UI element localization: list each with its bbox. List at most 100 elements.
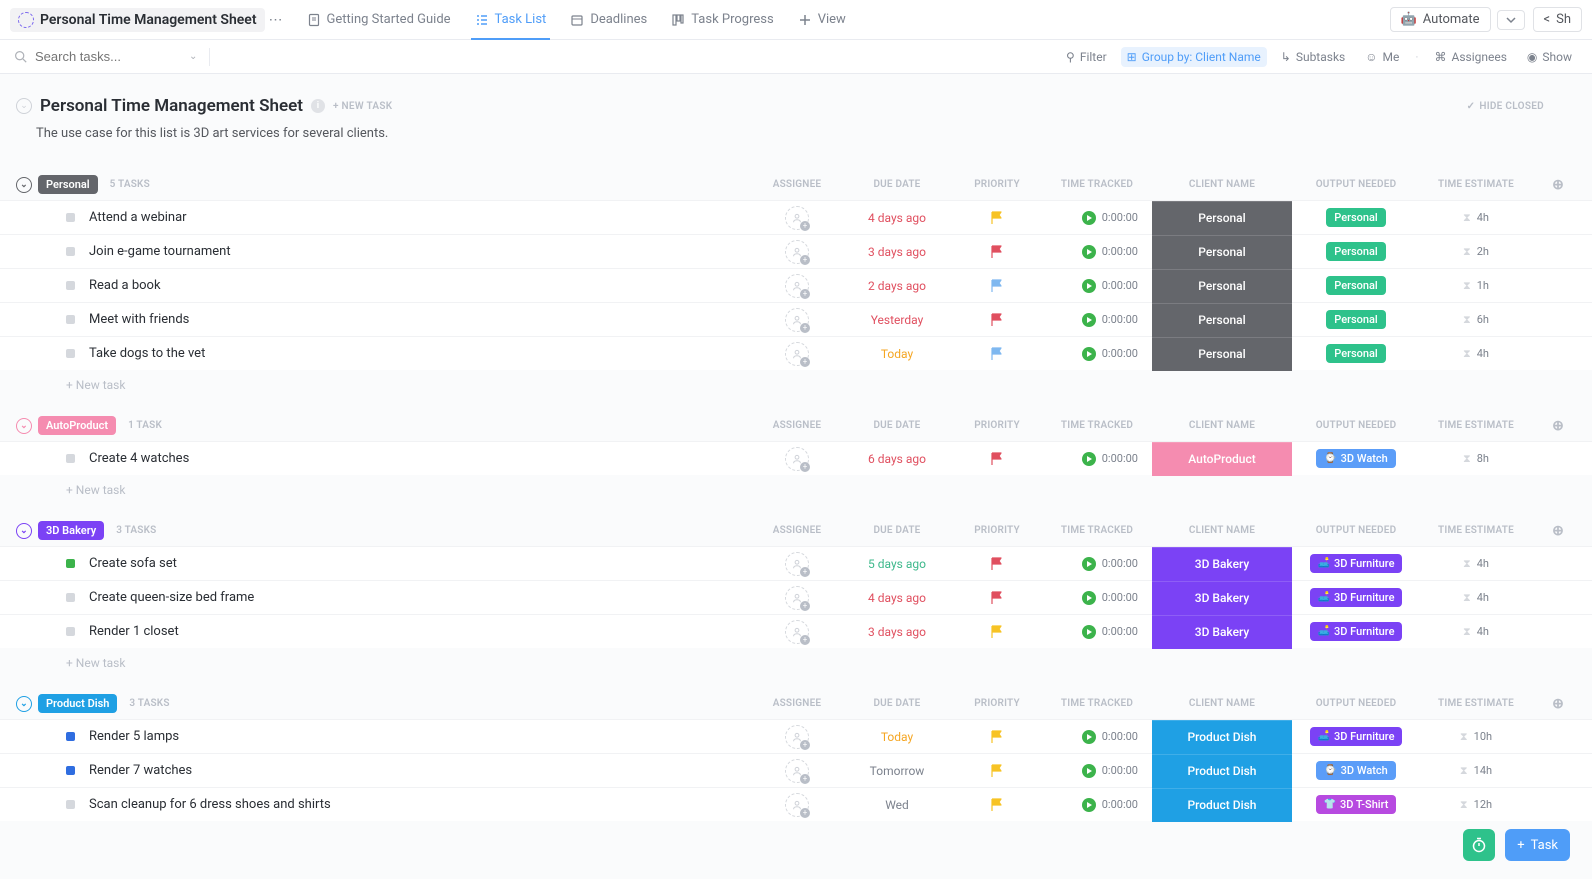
play-icon[interactable] <box>1082 279 1096 293</box>
col-due[interactable]: DUE DATE <box>842 179 952 190</box>
assignee-add[interactable]: + <box>785 586 809 610</box>
estimate-cell[interactable]: ⧗4h <box>1416 591 1536 605</box>
tab-task-progress[interactable]: Task Progress <box>659 0 785 39</box>
time-tracked-cell[interactable]: 0:00:00 <box>1042 279 1152 293</box>
time-tracked-cell[interactable]: 0:00:00 <box>1042 730 1152 744</box>
client-cell[interactable]: Personal <box>1152 235 1292 269</box>
time-tracked-cell[interactable]: 0:00:00 <box>1042 625 1152 639</box>
add-column-button[interactable]: ⊕ <box>1536 696 1564 712</box>
output-cell[interactable]: ⌚3D Watch <box>1296 761 1416 780</box>
play-icon[interactable] <box>1082 313 1096 327</box>
assignee-add[interactable]: + <box>785 759 809 783</box>
col-estimate[interactable]: TIME ESTIMATE <box>1416 698 1536 709</box>
assignee-add[interactable]: + <box>785 552 809 576</box>
group-label[interactable]: Product Dish <box>38 694 117 713</box>
tab-task-list[interactable]: Task List <box>463 0 559 39</box>
assignee-add[interactable]: + <box>785 725 809 749</box>
group-label[interactable]: 3D Bakery <box>38 521 104 540</box>
task-row[interactable]: Take dogs to the vet+Today0:00:00Persona… <box>0 336 1592 370</box>
time-tracked-cell[interactable]: 0:00:00 <box>1042 798 1152 812</box>
time-tracked-cell[interactable]: 0:00:00 <box>1042 591 1152 605</box>
current-list-selector[interactable]: Personal Time Management Sheet <box>10 8 265 32</box>
status-indicator[interactable] <box>66 627 75 636</box>
client-cell[interactable]: 3D Bakery <box>1152 581 1292 615</box>
info-icon[interactable]: i <box>311 99 325 113</box>
task-row[interactable]: Join e-game tournament+3 days ago0:00:00… <box>0 234 1592 268</box>
group-by-button[interactable]: ⊞Group by: Client Name <box>1121 47 1267 67</box>
status-indicator[interactable] <box>66 766 75 775</box>
col-estimate[interactable]: TIME ESTIMATE <box>1416 179 1536 190</box>
time-tracked-cell[interactable]: 0:00:00 <box>1042 313 1152 327</box>
col-estimate[interactable]: TIME ESTIMATE <box>1416 420 1536 431</box>
play-icon[interactable] <box>1082 347 1096 361</box>
estimate-cell[interactable]: ⧗4h <box>1416 211 1536 225</box>
priority-cell[interactable] <box>952 313 1042 327</box>
tab-deadlines[interactable]: Deadlines <box>558 0 659 39</box>
output-cell[interactable]: 🛋️3D Furniture <box>1296 554 1416 573</box>
group-collapse-toggle[interactable]: ⌄ <box>16 177 32 193</box>
timer-fab[interactable] <box>1463 829 1495 861</box>
status-indicator[interactable] <box>66 349 75 358</box>
play-icon[interactable] <box>1082 625 1096 639</box>
col-due[interactable]: DUE DATE <box>842 525 952 536</box>
priority-cell[interactable] <box>952 279 1042 293</box>
time-tracked-cell[interactable]: 0:00:00 <box>1042 245 1152 259</box>
col-due[interactable]: DUE DATE <box>842 420 952 431</box>
add-task-row[interactable]: + New task <box>0 648 1592 678</box>
output-cell[interactable]: 👕3D T-Shirt <box>1296 795 1416 814</box>
time-tracked-cell[interactable]: 0:00:00 <box>1042 452 1152 466</box>
col-time[interactable]: TIME TRACKED <box>1042 179 1152 190</box>
col-assignee[interactable]: ASSIGNEE <box>752 420 842 431</box>
col-output[interactable]: OUTPUT NEEDED <box>1296 698 1416 709</box>
automate-button[interactable]: 🤖 Automate <box>1390 7 1491 32</box>
task-row[interactable]: Create 4 watches+6 days ago0:00:00AutoPr… <box>0 441 1592 475</box>
play-icon[interactable] <box>1082 557 1096 571</box>
due-date[interactable]: Today <box>842 730 952 744</box>
me-button[interactable]: ☺Me <box>1359 47 1405 67</box>
col-priority[interactable]: PRIORITY <box>952 525 1042 536</box>
col-output[interactable]: OUTPUT NEEDED <box>1296 179 1416 190</box>
assignee-add[interactable]: + <box>785 240 809 264</box>
due-date[interactable]: 3 days ago <box>842 245 952 259</box>
show-button[interactable]: ◉Show <box>1521 47 1578 67</box>
due-date[interactable]: 6 days ago <box>842 452 952 466</box>
output-cell[interactable]: Personal <box>1296 310 1416 329</box>
task-row[interactable]: Render 5 lamps+Today0:00:00Product Dish🛋… <box>0 719 1592 753</box>
estimate-cell[interactable]: ⧗4h <box>1416 625 1536 639</box>
col-priority[interactable]: PRIORITY <box>952 179 1042 190</box>
play-icon[interactable] <box>1082 591 1096 605</box>
output-cell[interactable]: Personal <box>1296 276 1416 295</box>
add-task-row[interactable]: + New task <box>0 370 1592 400</box>
estimate-cell[interactable]: ⧗4h <box>1416 557 1536 571</box>
client-cell[interactable]: Product Dish <box>1152 788 1292 822</box>
estimate-cell[interactable]: ⧗2h <box>1416 245 1536 259</box>
task-row[interactable]: Read a book+2 days ago0:00:00PersonalPer… <box>0 268 1592 302</box>
estimate-cell[interactable]: ⧗6h <box>1416 313 1536 327</box>
content-scroll[interactable]: ⌄ Personal Time Management Sheet i + NEW… <box>0 74 1592 879</box>
assignee-add[interactable]: + <box>785 308 809 332</box>
estimate-cell[interactable]: ⧗4h <box>1416 347 1536 361</box>
assignee-add[interactable]: + <box>785 206 809 230</box>
col-priority[interactable]: PRIORITY <box>952 698 1042 709</box>
add-task-row[interactable]: + New task <box>0 475 1592 505</box>
status-indicator[interactable] <box>66 247 75 256</box>
client-cell[interactable]: Product Dish <box>1152 720 1292 754</box>
client-cell[interactable]: Personal <box>1152 201 1292 235</box>
task-row[interactable]: Attend a webinar+4 days ago0:00:00Person… <box>0 200 1592 234</box>
priority-cell[interactable] <box>952 591 1042 605</box>
due-date[interactable]: 2 days ago <box>842 279 952 293</box>
priority-cell[interactable] <box>952 764 1042 778</box>
task-row[interactable]: Render 1 closet+3 days ago0:00:003D Bake… <box>0 614 1592 648</box>
output-cell[interactable]: Personal <box>1296 242 1416 261</box>
priority-cell[interactable] <box>952 347 1042 361</box>
col-assignee[interactable]: ASSIGNEE <box>752 179 842 190</box>
play-icon[interactable] <box>1082 730 1096 744</box>
priority-cell[interactable] <box>952 798 1042 812</box>
due-date[interactable]: Yesterday <box>842 313 952 327</box>
time-tracked-cell[interactable]: 0:00:00 <box>1042 211 1152 225</box>
assignees-button[interactable]: ⌘Assignees <box>1428 47 1512 67</box>
estimate-cell[interactable]: ⧗10h <box>1416 730 1536 744</box>
col-time[interactable]: TIME TRACKED <box>1042 525 1152 536</box>
search-input[interactable] <box>35 49 175 64</box>
status-indicator[interactable] <box>66 593 75 602</box>
